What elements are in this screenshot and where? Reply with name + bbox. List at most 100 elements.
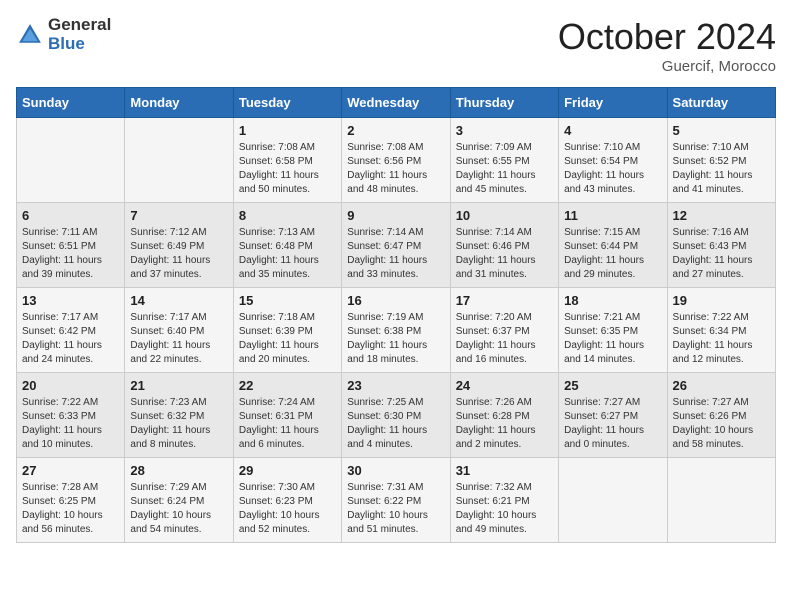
calendar-cell: 15 Sunrise: 7:18 AMSunset: 6:39 PMDayligh… (233, 288, 341, 373)
calendar-cell: 22 Sunrise: 7:24 AMSunset: 6:31 PMDayligh… (233, 373, 341, 458)
calendar-cell: 26 Sunrise: 7:27 AMSunset: 6:26 PMDayligh… (667, 373, 775, 458)
calendar-cell: 17 Sunrise: 7:20 AMSunset: 6:37 PMDayligh… (450, 288, 558, 373)
day-number: 15 (239, 293, 336, 308)
calendar-cell: 11 Sunrise: 7:15 AMSunset: 6:44 PMDayligh… (559, 203, 667, 288)
day-info: Sunrise: 7:27 AMSunset: 6:27 PMDaylight:… (564, 396, 661, 452)
calendar-cell: 21 Sunrise: 7:23 AMSunset: 6:32 PMDayligh… (125, 373, 233, 458)
calendar-cell: 2 Sunrise: 7:08 AMSunset: 6:56 PMDaylight… (342, 118, 450, 203)
calendar-table: SundayMondayTuesdayWednesdayThursdayFrid… (16, 87, 776, 543)
calendar-cell: 5 Sunrise: 7:10 AMSunset: 6:52 PMDaylight… (667, 118, 775, 203)
calendar-week-row: 1 Sunrise: 7:08 AMSunset: 6:58 PMDaylight… (17, 118, 776, 203)
day-headers-row: SundayMondayTuesdayWednesdayThursdayFrid… (17, 88, 776, 118)
calendar-cell (667, 458, 775, 543)
calendar-cell (17, 118, 125, 203)
day-info: Sunrise: 7:08 AMSunset: 6:58 PMDaylight:… (239, 141, 336, 197)
day-info: Sunrise: 7:09 AMSunset: 6:55 PMDaylight:… (456, 141, 553, 197)
calendar-cell: 30 Sunrise: 7:31 AMSunset: 6:22 PMDayligh… (342, 458, 450, 543)
calendar-week-row: 6 Sunrise: 7:11 AMSunset: 6:51 PMDaylight… (17, 203, 776, 288)
day-info: Sunrise: 7:11 AMSunset: 6:51 PMDaylight:… (22, 226, 119, 282)
calendar-week-row: 13Sunrise: 7:17 AMSunset: 6:42 PMDayligh… (17, 288, 776, 373)
day-info: Sunrise: 7:17 AMSunset: 6:40 PMDaylight:… (130, 311, 227, 367)
day-info: Sunrise: 7:29 AMSunset: 6:24 PMDaylight:… (130, 481, 227, 537)
calendar-cell: 28 Sunrise: 7:29 AMSunset: 6:24 PMDayligh… (125, 458, 233, 543)
day-number: 10 (456, 208, 553, 223)
calendar-cell: 9Sunrise: 7:14 AMSunset: 6:47 PMDaylight… (342, 203, 450, 288)
calendar-cell: 10 Sunrise: 7:14 AMSunset: 6:46 PMDayligh… (450, 203, 558, 288)
calendar-cell: 19 Sunrise: 7:22 AMSunset: 6:34 PMDayligh… (667, 288, 775, 373)
day-number: 18 (564, 293, 661, 308)
calendar-cell: 14 Sunrise: 7:17 AMSunset: 6:40 PMDayligh… (125, 288, 233, 373)
day-info: Sunrise: 7:13 AMSunset: 6:48 PMDaylight:… (239, 226, 336, 282)
day-number: 30 (347, 463, 444, 478)
day-number: 6 (22, 208, 119, 223)
day-header: Monday (125, 88, 233, 118)
day-number: 5 (673, 123, 770, 138)
calendar-cell: 7 Sunrise: 7:12 AMSunset: 6:49 PMDaylight… (125, 203, 233, 288)
day-header: Thursday (450, 88, 558, 118)
calendar-cell: 25Sunrise: 7:27 AMSunset: 6:27 PMDayligh… (559, 373, 667, 458)
day-number: 31 (456, 463, 553, 478)
day-number: 28 (130, 463, 227, 478)
calendar-cell: 18 Sunrise: 7:21 AMSunset: 6:35 PMDayligh… (559, 288, 667, 373)
day-number: 8 (239, 208, 336, 223)
day-number: 11 (564, 208, 661, 223)
day-info: Sunrise: 7:10 AMSunset: 6:54 PMDaylight:… (564, 141, 661, 197)
header: General Blue October 2024 Guercif, Moroc… (16, 16, 776, 75)
calendar-cell: 24Sunrise: 7:26 AMSunset: 6:28 PMDayligh… (450, 373, 558, 458)
logo-blue: Blue (48, 35, 111, 54)
day-info: Sunrise: 7:23 AMSunset: 6:32 PMDaylight:… (130, 396, 227, 452)
day-header: Sunday (17, 88, 125, 118)
calendar-cell: 6 Sunrise: 7:11 AMSunset: 6:51 PMDaylight… (17, 203, 125, 288)
day-info: Sunrise: 7:10 AMSunset: 6:52 PMDaylight:… (673, 141, 770, 197)
calendar-cell: 4Sunrise: 7:10 AMSunset: 6:54 PMDaylight… (559, 118, 667, 203)
day-number: 14 (130, 293, 227, 308)
logo-icon (16, 21, 44, 49)
title-area: October 2024 Guercif, Morocco (558, 16, 776, 75)
day-info: Sunrise: 7:21 AMSunset: 6:35 PMDaylight:… (564, 311, 661, 367)
calendar-cell: 27Sunrise: 7:28 AMSunset: 6:25 PMDayligh… (17, 458, 125, 543)
day-header: Friday (559, 88, 667, 118)
day-info: Sunrise: 7:15 AMSunset: 6:44 PMDaylight:… (564, 226, 661, 282)
day-number: 29 (239, 463, 336, 478)
calendar-cell (125, 118, 233, 203)
day-number: 16 (347, 293, 444, 308)
logo-general: General (48, 16, 111, 35)
calendar-cell: 16Sunrise: 7:19 AMSunset: 6:38 PMDayligh… (342, 288, 450, 373)
calendar-cell: 20Sunrise: 7:22 AMSunset: 6:33 PMDayligh… (17, 373, 125, 458)
day-number: 22 (239, 378, 336, 393)
location-title: Guercif, Morocco (558, 58, 776, 75)
day-number: 2 (347, 123, 444, 138)
day-info: Sunrise: 7:22 AMSunset: 6:34 PMDaylight:… (673, 311, 770, 367)
day-number: 19 (673, 293, 770, 308)
calendar-cell: 29 Sunrise: 7:30 AMSunset: 6:23 PMDayligh… (233, 458, 341, 543)
day-info: Sunrise: 7:08 AMSunset: 6:56 PMDaylight:… (347, 141, 444, 197)
day-number: 23 (347, 378, 444, 393)
logo-text: General Blue (48, 16, 111, 53)
calendar-cell: 23Sunrise: 7:25 AMSunset: 6:30 PMDayligh… (342, 373, 450, 458)
day-number: 21 (130, 378, 227, 393)
calendar-cell: 1 Sunrise: 7:08 AMSunset: 6:58 PMDaylight… (233, 118, 341, 203)
day-number: 9 (347, 208, 444, 223)
day-info: Sunrise: 7:27 AMSunset: 6:26 PMDaylight:… (673, 396, 770, 452)
day-info: Sunrise: 7:26 AMSunset: 6:28 PMDaylight:… (456, 396, 553, 452)
day-info: Sunrise: 7:30 AMSunset: 6:23 PMDaylight:… (239, 481, 336, 537)
day-info: Sunrise: 7:14 AMSunset: 6:46 PMDaylight:… (456, 226, 553, 282)
day-number: 26 (673, 378, 770, 393)
calendar-cell: 12Sunrise: 7:16 AMSunset: 6:43 PMDayligh… (667, 203, 775, 288)
calendar-cell (559, 458, 667, 543)
day-number: 1 (239, 123, 336, 138)
day-number: 17 (456, 293, 553, 308)
day-number: 3 (456, 123, 553, 138)
day-header: Tuesday (233, 88, 341, 118)
day-header: Saturday (667, 88, 775, 118)
month-title: October 2024 (558, 16, 776, 58)
day-info: Sunrise: 7:31 AMSunset: 6:22 PMDaylight:… (347, 481, 444, 537)
day-info: Sunrise: 7:24 AMSunset: 6:31 PMDaylight:… (239, 396, 336, 452)
day-info: Sunrise: 7:12 AMSunset: 6:49 PMDaylight:… (130, 226, 227, 282)
day-number: 7 (130, 208, 227, 223)
day-info: Sunrise: 7:18 AMSunset: 6:39 PMDaylight:… (239, 311, 336, 367)
day-info: Sunrise: 7:16 AMSunset: 6:43 PMDaylight:… (673, 226, 770, 282)
calendar-cell: 31Sunrise: 7:32 AMSunset: 6:21 PMDayligh… (450, 458, 558, 543)
calendar-week-row: 27Sunrise: 7:28 AMSunset: 6:25 PMDayligh… (17, 458, 776, 543)
day-info: Sunrise: 7:20 AMSunset: 6:37 PMDaylight:… (456, 311, 553, 367)
